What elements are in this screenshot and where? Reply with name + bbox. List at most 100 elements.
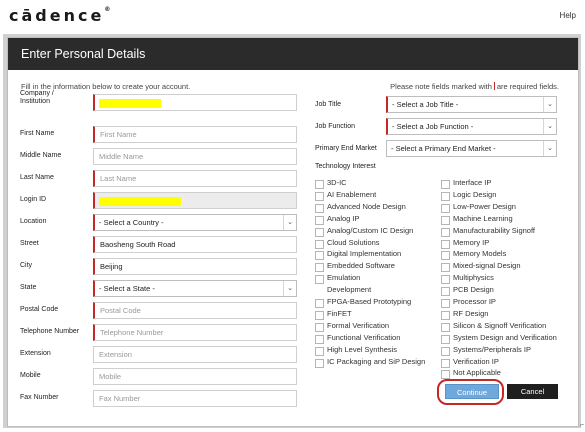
- checkbox[interactable]: [441, 310, 450, 320]
- tech-option-label: Functional Verification: [327, 332, 401, 342]
- street-label: Street: [20, 240, 39, 247]
- checkbox[interactable]: [315, 239, 324, 249]
- fax-number-field[interactable]: Fax Number: [93, 390, 297, 407]
- extension-field[interactable]: Extension: [93, 346, 297, 363]
- checkbox[interactable]: [441, 203, 450, 213]
- postal-code-label: Postal Code: [20, 306, 59, 313]
- checkbox[interactable]: [441, 334, 450, 344]
- checkbox[interactable]: [315, 322, 324, 332]
- tech-option-label: Processor IP: [453, 297, 496, 306]
- middle-name-field[interactable]: Middle Name: [93, 148, 297, 165]
- tech-option-label: High Level Synthesis: [327, 344, 398, 354]
- checkbox[interactable]: [441, 191, 450, 201]
- tech-option-label: Formal Verification: [327, 320, 390, 330]
- tech-option-label: Development: [327, 285, 372, 295]
- checkbox[interactable]: [315, 263, 324, 273]
- help-link[interactable]: Help: [560, 11, 576, 20]
- login-id-redacted-highlight: [99, 197, 181, 206]
- panel-title: Enter Personal Details: [21, 47, 146, 61]
- required-marker: [493, 82, 495, 90]
- note-after: are required fields.: [496, 82, 559, 91]
- chevron-down-icon[interactable]: ⌄: [283, 281, 296, 296]
- checkbox[interactable]: [315, 227, 324, 237]
- registered-mark: ®: [104, 6, 111, 13]
- checkbox[interactable]: [441, 287, 450, 297]
- chevron-down-icon[interactable]: ⌄: [543, 119, 556, 134]
- middle-name-label: Middle Name: [20, 152, 62, 159]
- tech-option-label: Interface IP: [453, 178, 492, 187]
- tech-option-label: Logic Design: [453, 189, 497, 199]
- fax-number-label: Fax Number: [20, 394, 59, 401]
- cadence-logo[interactable]: cādence®: [9, 6, 110, 25]
- checkbox[interactable]: [315, 191, 324, 201]
- checkbox[interactable]: [441, 275, 450, 285]
- tech-option-label: Manufacturability Signoff: [453, 225, 535, 235]
- tech-option-label: Memory Models: [453, 249, 507, 259]
- job-function-select-value: - Select a Job Function -: [392, 122, 474, 131]
- checkbox[interactable]: [441, 180, 450, 189]
- chevron-down-icon[interactable]: ⌄: [543, 141, 556, 156]
- location-select-value: - Select a Country -: [99, 218, 164, 227]
- note-before: Please note fields marked with: [390, 82, 492, 91]
- cancel-button[interactable]: Cancel: [507, 384, 558, 399]
- primary-end-market-select-value: - Select a Primary End Market -: [391, 144, 496, 153]
- tech-option-label: Digital Implementation: [327, 249, 402, 259]
- tech-option-label: IC Packaging and SiP Design: [327, 356, 426, 366]
- tech-option-label: FPGA-Based Prototyping: [327, 297, 412, 306]
- checkbox[interactable]: [441, 358, 450, 368]
- checkbox[interactable]: [315, 358, 324, 368]
- tech-option-label: AI Enablement: [327, 189, 377, 199]
- checkbox[interactable]: [441, 239, 450, 249]
- tech-option-label: Embedded Software: [327, 261, 395, 271]
- mobile-label: Mobile: [20, 372, 41, 379]
- tech-option-label: Silicon & Signoff Verification: [453, 320, 547, 330]
- tech-option-label: Memory IP: [453, 237, 490, 247]
- chevron-down-icon[interactable]: ⌄: [283, 215, 296, 230]
- job-title-select[interactable]: - Select a Job Title - ⌄: [386, 96, 557, 113]
- checkbox[interactable]: [315, 251, 324, 261]
- tech-option-label: Machine Learning: [453, 213, 513, 223]
- continue-button[interactable]: Continue: [445, 384, 499, 399]
- checkbox[interactable]: [315, 299, 324, 308]
- checkbox[interactable]: [441, 263, 450, 273]
- street-field[interactable]: Baosheng South Road: [93, 236, 297, 253]
- job-title-label: Job Title: [315, 101, 342, 108]
- checkbox[interactable]: [315, 215, 324, 225]
- checkbox[interactable]: [441, 227, 450, 237]
- state-select[interactable]: - Select a State - ⌄: [93, 280, 297, 297]
- checkbox[interactable]: [315, 346, 324, 356]
- extension-label: Extension: [20, 350, 51, 357]
- checkbox[interactable]: [315, 203, 324, 213]
- telephone-number-field[interactable]: Telephone Number: [93, 324, 297, 341]
- login-id-field[interactable]: [93, 192, 297, 209]
- checkbox[interactable]: [441, 215, 450, 225]
- checkbox[interactable]: [315, 310, 324, 320]
- tech-option-label: FinFET: [327, 308, 352, 318]
- location-select[interactable]: - Select a Country - ⌄: [93, 214, 297, 231]
- checkbox[interactable]: [315, 180, 324, 189]
- mobile-field[interactable]: Mobile: [93, 368, 297, 385]
- first-name-field[interactable]: First Name: [93, 126, 297, 143]
- job-function-select[interactable]: - Select a Job Function - ⌄: [386, 118, 557, 135]
- checkbox[interactable]: [315, 275, 324, 285]
- resize-corner-icon: ⌐: [579, 422, 584, 429]
- company-institution-field[interactable]: [93, 94, 297, 111]
- panel-header: Enter Personal Details: [8, 38, 578, 70]
- chevron-down-icon[interactable]: ⌄: [543, 97, 556, 112]
- tech-option-label: Low-Power Design: [453, 201, 516, 211]
- checkbox[interactable]: [441, 299, 450, 308]
- checkbox[interactable]: [441, 322, 450, 332]
- primary-end-market-label: Primary End Market: [315, 145, 377, 152]
- checkbox[interactable]: [315, 334, 324, 344]
- tech-option-label: 3D-IC: [327, 178, 347, 187]
- tech-option-label: Multiphysics: [453, 273, 494, 283]
- last-name-field[interactable]: Last Name: [93, 170, 297, 187]
- tech-option-label: Analog/Custom IC Design: [327, 225, 414, 235]
- checkbox[interactable]: [441, 251, 450, 261]
- postal-code-field[interactable]: Postal Code: [93, 302, 297, 319]
- checkbox[interactable]: [441, 346, 450, 356]
- tech-option-label: Not Applicable: [453, 368, 501, 378]
- login-id-label: Login ID: [20, 196, 47, 203]
- primary-end-market-select[interactable]: - Select a Primary End Market - ⌄: [386, 140, 557, 157]
- city-field[interactable]: Beijing: [93, 258, 297, 275]
